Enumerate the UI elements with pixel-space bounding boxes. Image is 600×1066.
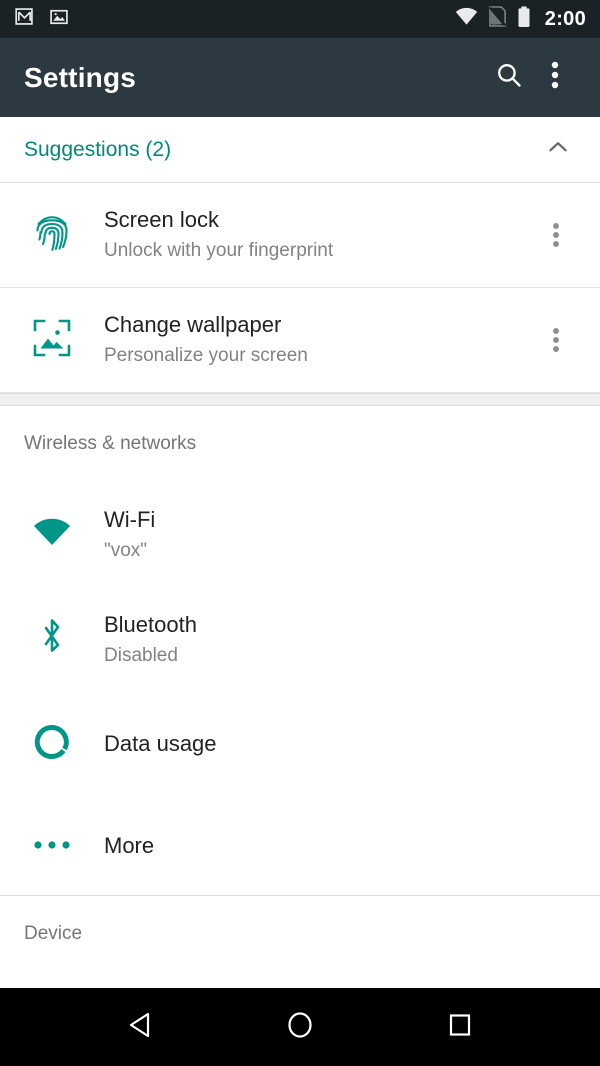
settings-icon-container [0,617,104,662]
data-usage-icon [33,723,71,766]
suggestions-title: Suggestions (2) [24,137,172,161]
nav-recents-button[interactable] [424,991,496,1063]
more-horiz-icon [34,837,70,855]
page-title: Settings [24,61,137,93]
search-icon [495,61,523,94]
status-bar-clock: 2:00 [544,7,586,30]
fingerprint-icon [32,211,72,260]
suggestion-text-container: Change wallpaper Personalize your screen [104,310,534,369]
settings-icon-container [0,517,104,552]
settings-item-title: More [104,833,155,859]
suggestion-title: Screen lock [104,207,219,233]
settings-item-subtitle: "vox" [104,539,148,561]
wifi-signal-icon [455,7,478,31]
section-header-device: Device [0,895,600,971]
search-button[interactable] [486,55,532,101]
suggestion-item-screen-lock[interactable]: Screen lock Unlock with your fingerprint [0,183,600,288]
suggestion-icon-container [0,211,104,260]
suggestion-subtitle: Unlock with your fingerprint [104,240,334,262]
android-navigation-bar [0,988,600,1066]
settings-item-more[interactable]: More [0,797,600,895]
gmail-icon [14,6,35,32]
recents-square-icon [447,1012,473,1043]
suggestion-subtitle: Personalize your screen [104,345,308,367]
bluetooth-icon [38,617,66,662]
settings-text-container: More [104,831,600,861]
settings-text-container: Data usage [104,729,600,761]
settings-item-subtitle: Disabled [104,644,178,666]
settings-item-title: Wi-Fi [104,506,156,532]
suggestion-text-container: Screen lock Unlock with your fingerprint [104,205,534,264]
back-triangle-icon [127,1011,153,1044]
more-vert-icon [551,60,559,95]
wallpaper-image-icon [32,318,72,363]
status-bar-right-icons: 2:00 [455,6,586,33]
more-vert-icon [553,325,559,355]
home-circle-icon [286,1010,314,1045]
settings-item-wifi[interactable]: Wi-Fi "vox" [0,482,600,587]
nav-home-button[interactable] [264,991,336,1063]
screenshot-image-icon [49,7,69,32]
no-sim-card-icon [488,6,506,32]
settings-item-title: Bluetooth [104,611,197,637]
status-bar: 2:00 [0,0,600,38]
suggestion-item-change-wallpaper[interactable]: Change wallpaper Personalize your screen [0,288,600,393]
suggestions-collapse-button[interactable] [538,130,578,170]
chevron-up-icon [545,134,571,165]
settings-scroll-content[interactable]: Suggestions (2) Screen lock Unlock with … [0,117,600,988]
settings-icon-container [0,723,104,766]
suggestion-overflow-button[interactable] [534,205,578,265]
wifi-icon [33,517,71,552]
section-header-wireless-networks: Wireless & networks [0,406,600,482]
suggestion-title: Change wallpaper [104,312,282,338]
settings-item-title: Data usage [104,730,217,756]
settings-item-data-usage[interactable]: Data usage [0,692,600,797]
suggestion-icon-container [0,318,104,363]
status-bar-left-icons [14,6,455,32]
settings-icon-container [0,837,104,855]
settings-text-container: Wi-Fi "vox" [104,505,600,564]
section-header-label: Wireless & networks [24,433,197,454]
settings-item-bluetooth[interactable]: Bluetooth Disabled [0,587,600,692]
more-vert-icon [553,220,559,250]
app-bar: Settings [0,38,600,117]
section-divider [0,393,600,406]
settings-text-container: Bluetooth Disabled [104,610,600,669]
suggestions-header[interactable]: Suggestions (2) [0,117,600,183]
suggestion-overflow-button[interactable] [534,310,578,370]
section-header-label: Device [24,922,83,944]
nav-back-button[interactable] [104,991,176,1063]
battery-full-icon [517,6,531,33]
overflow-menu-button[interactable] [532,55,578,101]
